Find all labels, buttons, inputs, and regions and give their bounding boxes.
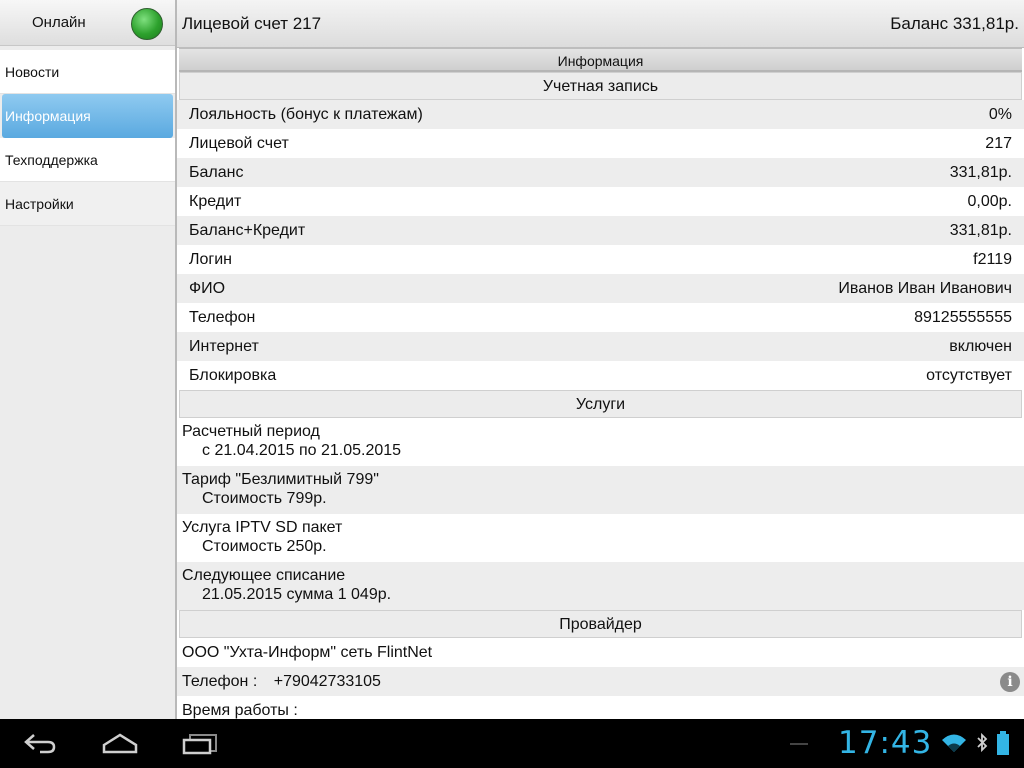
back-icon[interactable] xyxy=(22,731,58,755)
provider-phone-row: Телефон : +79042733105 i xyxy=(177,667,1024,696)
service-title: Тариф "Безлимитный 799" xyxy=(182,471,379,488)
table-row: Интернет включен xyxy=(177,332,1024,361)
sidebar-item-support[interactable]: Техподдержка xyxy=(0,138,175,182)
wifi-icon xyxy=(942,734,966,752)
row-value: отсутствует xyxy=(926,367,1012,384)
system-navigation-bar: 17:43 xyxy=(0,719,1024,768)
table-row: ФИО Иванов Иван Иванович xyxy=(177,274,1024,303)
section-header-provider: Провайдер xyxy=(179,610,1022,638)
row-value: 89125555555 xyxy=(914,309,1012,326)
recent-apps-icon[interactable] xyxy=(182,731,218,755)
list-item: Услуга IPTV SD пакет Стоимость 250р. xyxy=(177,514,1024,562)
row-value: 0% xyxy=(988,106,1012,123)
status-label: Онлайн xyxy=(32,14,86,31)
row-key: Логин xyxy=(189,251,233,268)
service-detail: Стоимость 799р. xyxy=(202,490,327,507)
row-key: Интернет xyxy=(189,338,259,355)
list-item: Расчетный период с 21.04.2015 по 21.05.2… xyxy=(177,418,1024,466)
row-value: включен xyxy=(949,338,1012,355)
sidebar-nav: Новости Информация Техподдержка Настройк… xyxy=(0,50,175,226)
row-value: 217 xyxy=(985,135,1012,152)
sidebar-item-news[interactable]: Новости xyxy=(0,50,175,94)
table-row: Блокировка отсутствует xyxy=(177,361,1024,390)
home-icon[interactable] xyxy=(100,731,140,755)
table-row: Лояльность (бонус к платежам) 0% xyxy=(177,100,1024,129)
service-title: Услуга IPTV SD пакет xyxy=(182,519,343,536)
sidebar-item-settings[interactable]: Настройки xyxy=(0,182,175,226)
header: Лицевой счет 217 Баланс 331,81р. xyxy=(177,0,1024,48)
sidebar-item-information[interactable]: Информация xyxy=(2,94,173,138)
row-key: Баланс xyxy=(189,164,244,181)
provider-name: ООО "Ухта-Информ" сеть FlintNet xyxy=(177,638,1024,667)
header-balance: Баланс 331,81р. xyxy=(890,14,1019,33)
bluetooth-icon xyxy=(977,732,988,753)
row-key: Телефон xyxy=(189,309,256,326)
service-title: Расчетный период xyxy=(182,423,320,440)
table-row: Лицевой счет 217 xyxy=(177,129,1024,158)
page-title: Информация xyxy=(179,48,1022,72)
service-detail: с 21.04.2015 по 21.05.2015 xyxy=(202,442,402,459)
status-divider xyxy=(790,743,808,745)
account-details-list: Лояльность (бонус к платежам) 0% Лицевой … xyxy=(177,100,1024,390)
provider-phone-label: Телефон : xyxy=(182,673,258,690)
list-item: Тариф "Безлимитный 799" Стоимость 799р. xyxy=(177,466,1024,514)
section-header-services: Услуги xyxy=(179,390,1022,418)
row-key: Лицевой счет xyxy=(189,135,289,152)
row-key: ФИО xyxy=(189,280,226,297)
status-indicator-icon xyxy=(131,8,163,40)
list-item: Следующее списание 21.05.2015 сумма 1 04… xyxy=(177,562,1024,610)
sidebar: Онлайн Новости Информация Техподдержка Н… xyxy=(0,0,177,719)
provider-phone-value[interactable]: +79042733105 xyxy=(274,667,381,696)
header-account: Лицевой счет 217 xyxy=(182,14,322,33)
table-row: Кредит 0,00р. xyxy=(177,187,1024,216)
row-value: 331,81р. xyxy=(949,164,1012,181)
service-detail: Стоимость 250р. xyxy=(202,538,327,555)
content-scroll-area[interactable]: Информация Учетная запись Лояльность (бо… xyxy=(177,48,1024,719)
row-value: 0,00р. xyxy=(967,193,1012,210)
info-icon[interactable]: i xyxy=(1000,672,1020,692)
clock: 17:43 xyxy=(838,725,933,761)
row-key: Лояльность (бонус к платежам) xyxy=(189,106,423,123)
service-detail: 21.05.2015 сумма 1 049р. xyxy=(202,586,392,603)
service-title: Следующее списание xyxy=(182,567,346,584)
services-list: Расчетный период с 21.04.2015 по 21.05.2… xyxy=(177,418,1024,610)
provider-hours-label: Время работы : xyxy=(182,702,298,719)
section-header-account: Учетная запись xyxy=(179,72,1022,100)
provider-hours-row: Время работы : xyxy=(177,696,1024,719)
row-value: f2119 xyxy=(973,251,1012,268)
connection-status: Онлайн xyxy=(0,0,175,46)
table-row: Баланс 331,81р. xyxy=(177,158,1024,187)
row-value: 331,81р. xyxy=(949,222,1012,239)
row-key: Баланс+Кредит xyxy=(189,222,306,239)
table-row: Телефон 89125555555 xyxy=(177,303,1024,332)
row-key: Блокировка xyxy=(189,367,277,384)
row-key: Кредит xyxy=(189,193,242,210)
table-row: Логин f2119 xyxy=(177,245,1024,274)
table-row: Баланс+Кредит 331,81р. xyxy=(177,216,1024,245)
battery-icon xyxy=(997,731,1009,755)
row-value: Иванов Иван Иванович xyxy=(838,280,1012,297)
